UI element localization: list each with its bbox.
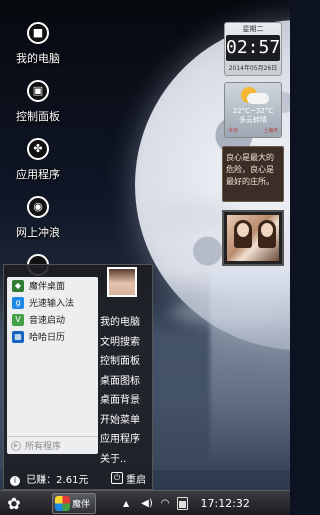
weather-widget[interactable]: 22°C~32°C 多云转晴 今日 上海市 — [224, 82, 282, 138]
desktop-icon-label: 我的电脑 — [16, 52, 60, 65]
taskbar-app-moban[interactable]: 魔伴 — [52, 492, 96, 514]
all-programs-label: 所有程序 — [25, 442, 62, 452]
chevron-right-icon: ▶ — [11, 440, 21, 451]
clock-time: 02:57 — [226, 35, 280, 61]
taskbar-app-label: 魔伴 — [72, 499, 91, 510]
menu-app-calendar[interactable]: ▦ 哈哈日历 — [7, 328, 98, 345]
menu-app-label: 哈哈日历 — [29, 333, 66, 343]
menu-app-label: 光速输入法 — [29, 299, 75, 309]
tray-expand-icon[interactable]: ▲ — [123, 499, 129, 508]
clock-weekday: 星期二 — [242, 25, 264, 33]
moban-app-icon — [55, 495, 70, 511]
weather-temp: 22°C~32°C — [232, 107, 274, 115]
quote-line: 良心是最大的 — [226, 153, 274, 162]
menu-link-desktop-icons[interactable]: 桌面图标 — [100, 372, 152, 392]
menu-link-my-computer[interactable]: 我的电脑 — [100, 313, 152, 333]
desktop-icon-label: 网上冲浪 — [16, 226, 60, 239]
quote-line: 危险，良心是 — [226, 165, 274, 174]
calendar-icon: ▦ — [12, 330, 24, 343]
moon-reflection — [210, 270, 290, 460]
menu-app-launcher[interactable]: V 音速启动 — [7, 311, 98, 328]
apps-icon: ✤ — [27, 138, 49, 160]
user-avatar[interactable] — [107, 267, 137, 297]
globe-icon: ◉ — [27, 196, 49, 218]
photo-frame-widget[interactable] — [222, 210, 284, 266]
menu-link-start-menu[interactable]: 开始菜单 — [100, 411, 152, 431]
taskbar-clock[interactable]: 17:12:32 — [200, 497, 249, 510]
start-menu: ◆ 魔伴桌面 g 光速输入法 V 音速启动 ▦ 哈哈日历 ▶ 所有程序 我的电脑… — [3, 264, 153, 490]
menu-app-moban-desktop[interactable]: ◆ 魔伴桌面 — [7, 277, 98, 294]
pinned-apps-panel: ◆ 魔伴桌面 g 光速输入法 V 音速启动 ▦ 哈哈日历 ▶ 所有程序 — [7, 277, 98, 454]
system-tray: ◀) ◠ — [141, 496, 189, 510]
desktop-icon-apps[interactable]: ✤ 应用程序 — [8, 138, 68, 182]
all-programs-button[interactable]: ▶ 所有程序 — [7, 436, 98, 454]
weather-day: 今日 — [228, 128, 239, 134]
menu-link-control-panel[interactable]: 控制面板 — [100, 352, 152, 372]
taskbar: ✿ 魔伴 ▲ ◀) ◠ 17:12:32 — [0, 490, 290, 515]
restart-label: 重启 — [126, 474, 146, 486]
quote-widget[interactable]: 良心是最大的 危险，良心是 最好的庄所。 — [222, 146, 284, 202]
mobanzhuomian-icon: ◆ — [12, 279, 24, 292]
partly-cloudy-icon — [225, 83, 281, 107]
power-icon: ⏻ — [111, 472, 123, 484]
menu-app-label: 音速启动 — [29, 316, 66, 326]
start-menu-footer: i 已赚：2.61元 ⏻ 重启 — [4, 467, 152, 489]
earnings-text: 已赚：2.61元 — [26, 474, 89, 486]
info-icon: i — [10, 475, 20, 486]
start-button[interactable]: ✿ — [0, 491, 28, 515]
volume-icon[interactable]: ◀) — [141, 498, 153, 509]
menu-links: 我的电脑 文明搜索 控制面板 桌面图标 桌面背景 开始菜单 应用程序 关于.. — [100, 313, 152, 469]
clock-widget[interactable]: 星期二 02:57 2014年05月26日 — [224, 22, 282, 76]
clock-date: 2014年05月26日 — [228, 65, 278, 72]
desktop-icon-label: 控制面板 — [16, 110, 60, 123]
battery-icon[interactable] — [177, 496, 189, 510]
flower-icon: ✿ — [7, 493, 21, 513]
restart-button[interactable]: ⏻ 重启 — [111, 471, 146, 486]
cloud — [170, 300, 290, 325]
desktop-icon-label: 应用程序 — [16, 168, 60, 181]
desktop-icon-my-computer[interactable]: ■ 我的电脑 — [8, 22, 68, 66]
menu-link-search[interactable]: 文明搜索 — [100, 333, 152, 353]
computer-icon: ■ — [27, 22, 49, 44]
weather-desc: 多云转晴 — [239, 116, 267, 124]
input-method-icon: g — [12, 296, 24, 309]
desktop-icon-control-panel[interactable]: ▣ 控制面板 — [8, 80, 68, 124]
menu-app-label: 魔伴桌面 — [29, 282, 66, 292]
control-panel-icon: ▣ — [27, 80, 49, 102]
weather-city: 上海市 — [262, 128, 278, 134]
menu-link-apps[interactable]: 应用程序 — [100, 430, 152, 450]
desktop-icon-browser[interactable]: ◉ 网上冲浪 — [8, 196, 68, 240]
menu-app-input-method[interactable]: g 光速输入法 — [7, 294, 98, 311]
photo-image — [227, 215, 279, 261]
menu-link-wallpaper[interactable]: 桌面背景 — [100, 391, 152, 411]
earnings-status[interactable]: i 已赚：2.61元 — [10, 471, 88, 486]
wifi-icon[interactable]: ◠ — [161, 498, 170, 509]
quote-line: 最好的庄所。 — [226, 177, 274, 186]
launcher-icon: V — [12, 313, 24, 326]
